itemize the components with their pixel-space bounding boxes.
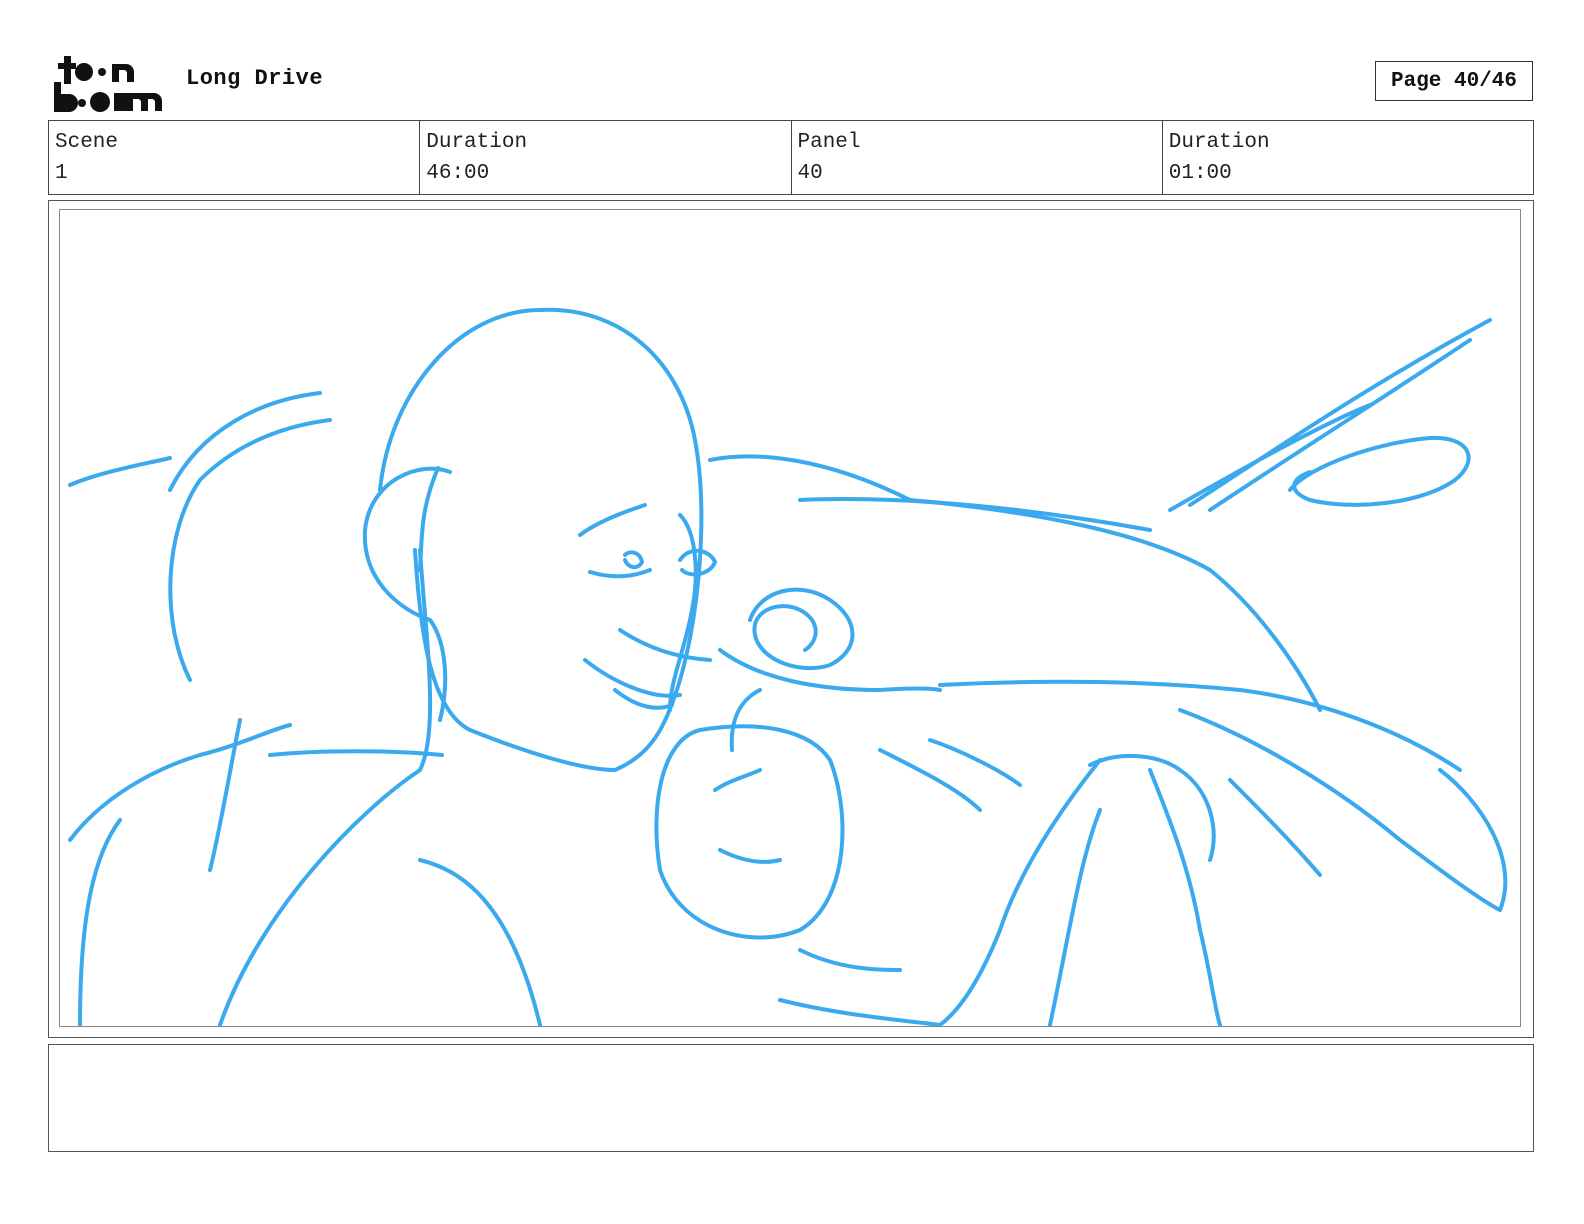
sketch-drawing xyxy=(68,307,1508,1026)
panel-cell: Panel 40 xyxy=(792,121,1163,194)
panel-duration-cell: Duration 01:00 xyxy=(1163,121,1533,194)
scene-duration-cell: Duration 46:00 xyxy=(420,121,792,194)
scene-duration-value: 46:00 xyxy=(426,162,490,185)
panel-drawing-area xyxy=(59,209,1521,1027)
storyboard-panel xyxy=(48,200,1534,1038)
scene-label: Scene xyxy=(55,131,119,154)
panel-duration-label: Duration xyxy=(1168,131,1270,154)
scene-value: 1 xyxy=(55,162,68,185)
panel-label: Panel xyxy=(797,131,861,154)
page-indicator: Page 40/46 xyxy=(1375,61,1533,101)
scene-cell: Scene 1 xyxy=(49,121,421,194)
panel-notes-box xyxy=(48,1044,1534,1152)
scene-info-table: Scene 1 Duration 46:00 Panel 40 Duration… xyxy=(48,120,1534,195)
scene-duration-label: Duration xyxy=(426,131,528,154)
panel-duration-value: 01:00 xyxy=(1168,162,1232,185)
project-title: Long Drive xyxy=(186,66,324,91)
toon-boom-logo xyxy=(54,56,162,112)
panel-value: 40 xyxy=(797,162,823,185)
